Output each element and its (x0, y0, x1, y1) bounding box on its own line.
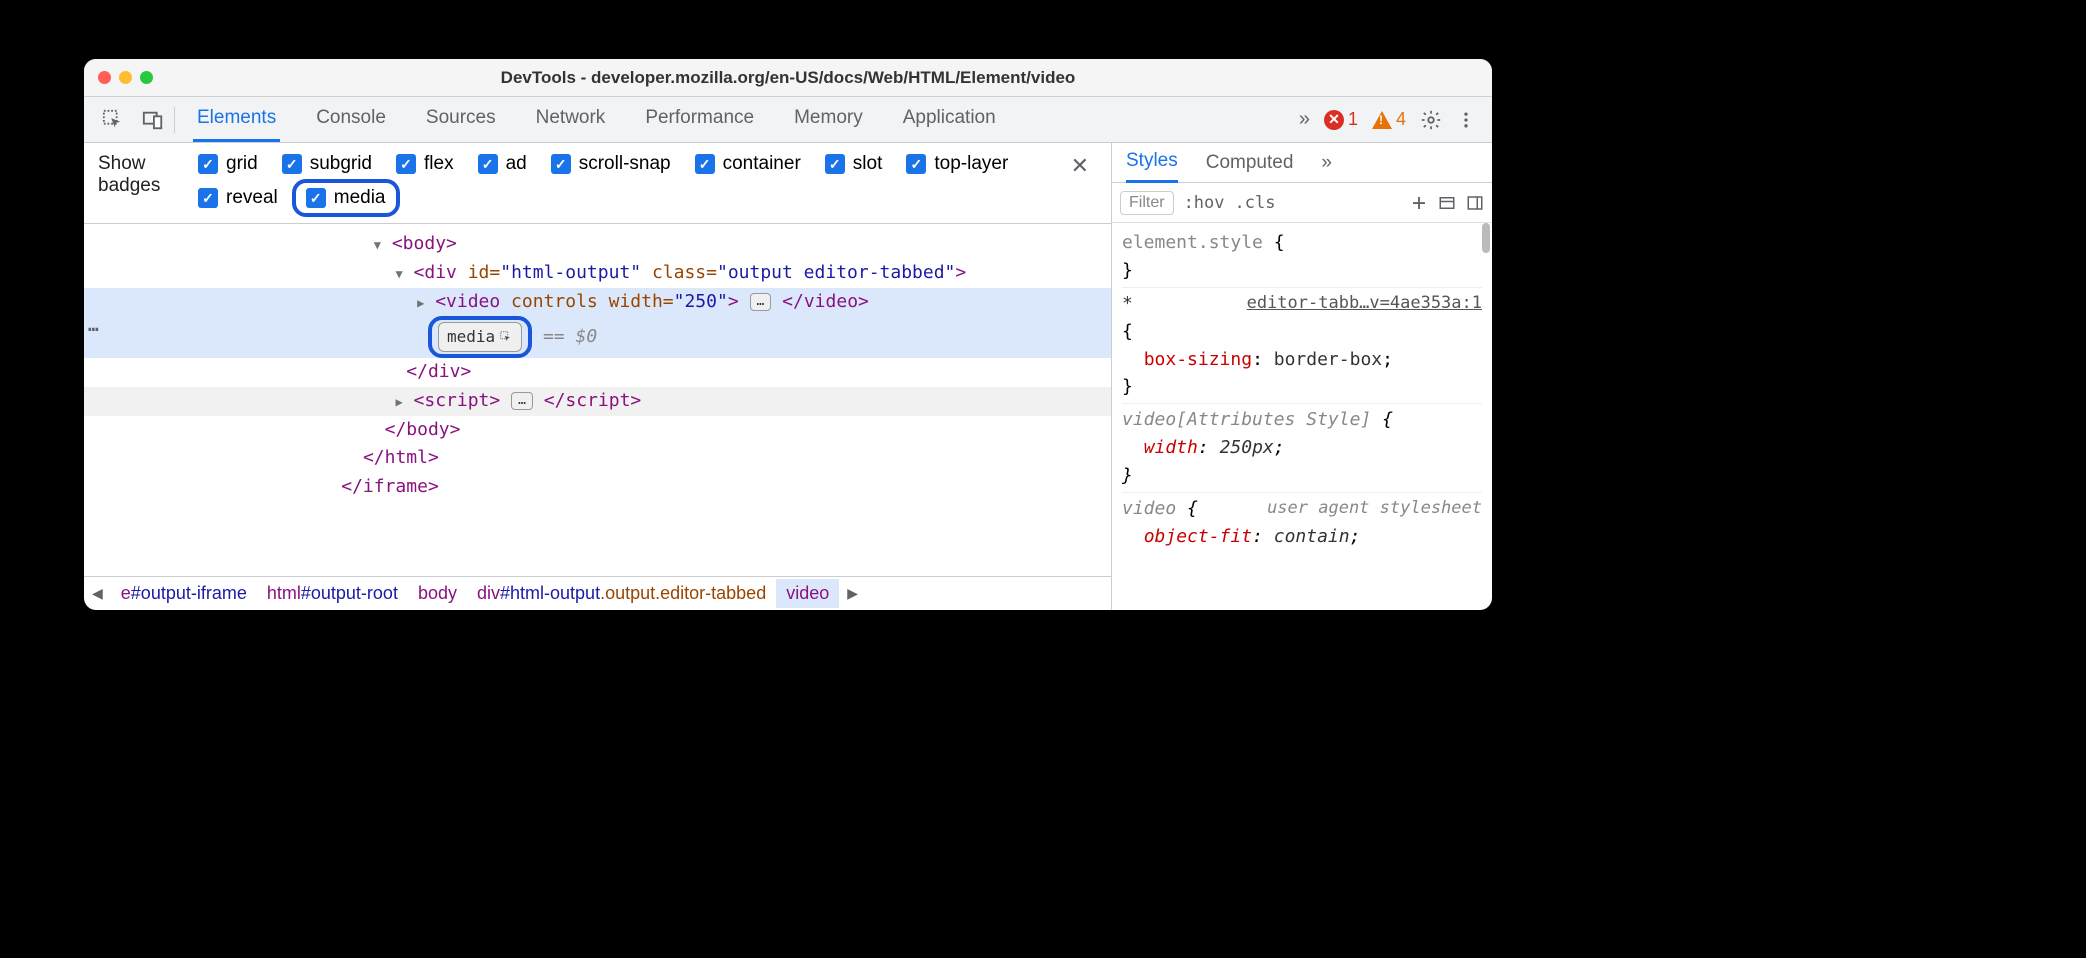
expand-dots-icon[interactable]: … (750, 293, 772, 311)
highlighted-media-badge: media (428, 316, 532, 358)
window-title: DevTools - developer.mozilla.org/en-US/d… (84, 68, 1492, 88)
check-icon: ✓ (198, 154, 218, 174)
tab-styles[interactable]: Styles (1126, 143, 1178, 183)
badge-checkbox-grid[interactable]: ✓grid (198, 153, 258, 175)
breadcrumb-item[interactable]: div#html-output.output.editor-tabbed (467, 579, 776, 608)
inspect-icon[interactable] (102, 109, 124, 131)
breadcrumb-item-selected[interactable]: video (776, 579, 839, 608)
dom-node-script[interactable]: ▶ <script> … </script> (84, 387, 1111, 416)
main-toolbar: Elements Console Sources Network Perform… (84, 97, 1492, 143)
check-icon: ✓ (906, 154, 926, 174)
dom-node-iframe-close[interactable]: </iframe> (84, 473, 1111, 502)
collapsed-indicator: ⋯ (88, 316, 101, 345)
expand-dots-icon[interactable]: … (511, 392, 533, 410)
toggle-hover-button[interactable]: :hov (1184, 193, 1225, 213)
error-indicator[interactable]: ✕ 1 (1324, 109, 1358, 130)
dom-tree[interactable]: ⋯ ▼ <body> ▼ <div id="html-output" class… (84, 224, 1111, 576)
tab-sources[interactable]: Sources (422, 97, 500, 142)
zoom-window-button[interactable] (140, 71, 153, 84)
error-count: 1 (1348, 109, 1358, 130)
badge-checkbox-subgrid[interactable]: ✓subgrid (282, 153, 372, 175)
style-rule-universal[interactable]: * editor-tabb…v=4ae353a:1 { box-sizing: … (1122, 288, 1482, 405)
error-icon: ✕ (1324, 110, 1344, 130)
tab-performance[interactable]: Performance (641, 97, 758, 142)
dom-node-body-open[interactable]: ▼ <body> (84, 230, 1111, 259)
devtools-window: DevTools - developer.mozilla.org/en-US/d… (84, 59, 1492, 610)
tab-console[interactable]: Console (312, 97, 390, 142)
style-rule-attributes[interactable]: video[Attributes Style] { width: 250px; … (1122, 404, 1482, 493)
stylesheet-origin: user agent stylesheet (1267, 495, 1482, 521)
warning-count: 4 (1396, 109, 1406, 130)
kebab-menu-icon[interactable] (1456, 110, 1476, 130)
dom-node-html-close[interactable]: </html> (84, 444, 1111, 473)
toggle-class-button[interactable]: .cls (1235, 193, 1276, 213)
inspect-icon (499, 330, 513, 344)
badges-list: ✓grid ✓subgrid ✓flex ✓ad ✓scroll-snap ✓c… (198, 153, 1063, 213)
settings-icon[interactable] (1420, 109, 1442, 131)
tab-network[interactable]: Network (532, 97, 610, 142)
dom-node-video[interactable]: ▶ <video controls width="250"> … </video… (84, 288, 1111, 317)
check-icon: ✓ (396, 154, 416, 174)
tab-elements[interactable]: Elements (193, 97, 280, 142)
badge-checkbox-top-layer[interactable]: ✓top-layer (906, 153, 1008, 175)
panel-tabs: Elements Console Sources Network Perform… (193, 97, 1299, 142)
new-style-rule-icon[interactable] (1410, 194, 1428, 212)
style-rule-element[interactable]: element.style { } (1122, 227, 1482, 288)
check-icon: ✓ (198, 188, 218, 208)
badge-checkbox-slot[interactable]: ✓slot (825, 153, 883, 175)
badge-checkbox-media[interactable]: ✓media (306, 187, 386, 209)
badge-checkbox-container[interactable]: ✓container (695, 153, 801, 175)
media-badge-button[interactable]: media (438, 322, 522, 352)
tab-application[interactable]: Application (899, 97, 1000, 142)
styles-panel: Styles Computed » Filter :hov .cls eleme… (1112, 143, 1492, 610)
tab-computed[interactable]: Computed (1206, 144, 1294, 182)
style-rule-ua[interactable]: videouser agent stylesheet { object-fit:… (1122, 493, 1482, 553)
check-icon: ✓ (282, 154, 302, 174)
breadcrumb-scroll-left[interactable]: ◀ (84, 585, 111, 602)
toggle-sidebar-icon[interactable] (1466, 194, 1484, 212)
dom-node-div-open[interactable]: ▼ <div id="html-output" class="output ed… (84, 259, 1111, 288)
badge-checkbox-reveal[interactable]: ✓reveal (198, 183, 278, 213)
badges-label: Showbadges (98, 153, 198, 197)
breadcrumb-item[interactable]: e#output-iframe (111, 579, 257, 608)
breadcrumb-scroll-right[interactable]: ▶ (839, 585, 866, 602)
badge-checkbox-scroll-snap[interactable]: ✓scroll-snap (551, 153, 671, 175)
more-tabs-icon[interactable]: » (1299, 108, 1310, 131)
dom-node-div-close[interactable]: </div> (84, 358, 1111, 387)
minimize-window-button[interactable] (119, 71, 132, 84)
elements-panel: Showbadges ✓grid ✓subgrid ✓flex ✓ad ✓scr… (84, 143, 1112, 610)
check-icon: ✓ (306, 188, 326, 208)
badge-settings-bar: Showbadges ✓grid ✓subgrid ✓flex ✓ad ✓scr… (84, 143, 1111, 224)
computed-styles-icon[interactable] (1438, 194, 1456, 212)
highlighted-badge: ✓media (292, 179, 400, 217)
styles-tabs: Styles Computed » (1112, 143, 1492, 183)
close-badges-icon[interactable]: ✕ (1063, 153, 1097, 179)
check-icon: ✓ (695, 154, 715, 174)
styles-rules[interactable]: element.style { } * editor-tabb…v=4ae353… (1112, 223, 1492, 610)
device-toolbar-icon[interactable] (142, 109, 164, 131)
dom-node-video-badge-line: media == $0 (84, 316, 1111, 358)
badge-checkbox-flex[interactable]: ✓flex (396, 153, 454, 175)
close-window-button[interactable] (98, 71, 111, 84)
scrollbar-thumb[interactable] (1482, 223, 1490, 253)
titlebar: DevTools - developer.mozilla.org/en-US/d… (84, 59, 1492, 97)
tab-memory[interactable]: Memory (790, 97, 867, 142)
stylesheet-link[interactable]: editor-tabb…v=4ae353a:1 (1247, 290, 1482, 316)
breadcrumb-item[interactable]: html#output-root (257, 579, 408, 608)
badge-checkbox-ad[interactable]: ✓ad (478, 153, 527, 175)
check-icon: ✓ (478, 154, 498, 174)
window-controls (98, 71, 153, 84)
breadcrumb-item[interactable]: body (408, 579, 467, 608)
check-icon: ✓ (825, 154, 845, 174)
warning-indicator[interactable]: 4 (1372, 109, 1406, 130)
check-icon: ✓ (551, 154, 571, 174)
styles-filter-input[interactable]: Filter (1120, 191, 1174, 215)
warning-icon (1372, 111, 1392, 129)
more-styles-tabs-icon[interactable]: » (1321, 144, 1332, 182)
breadcrumb: ◀ e#output-iframe html#output-root body … (84, 576, 1111, 610)
styles-toolbar: Filter :hov .cls (1112, 183, 1492, 223)
dom-node-body-close[interactable]: </body> (84, 416, 1111, 445)
